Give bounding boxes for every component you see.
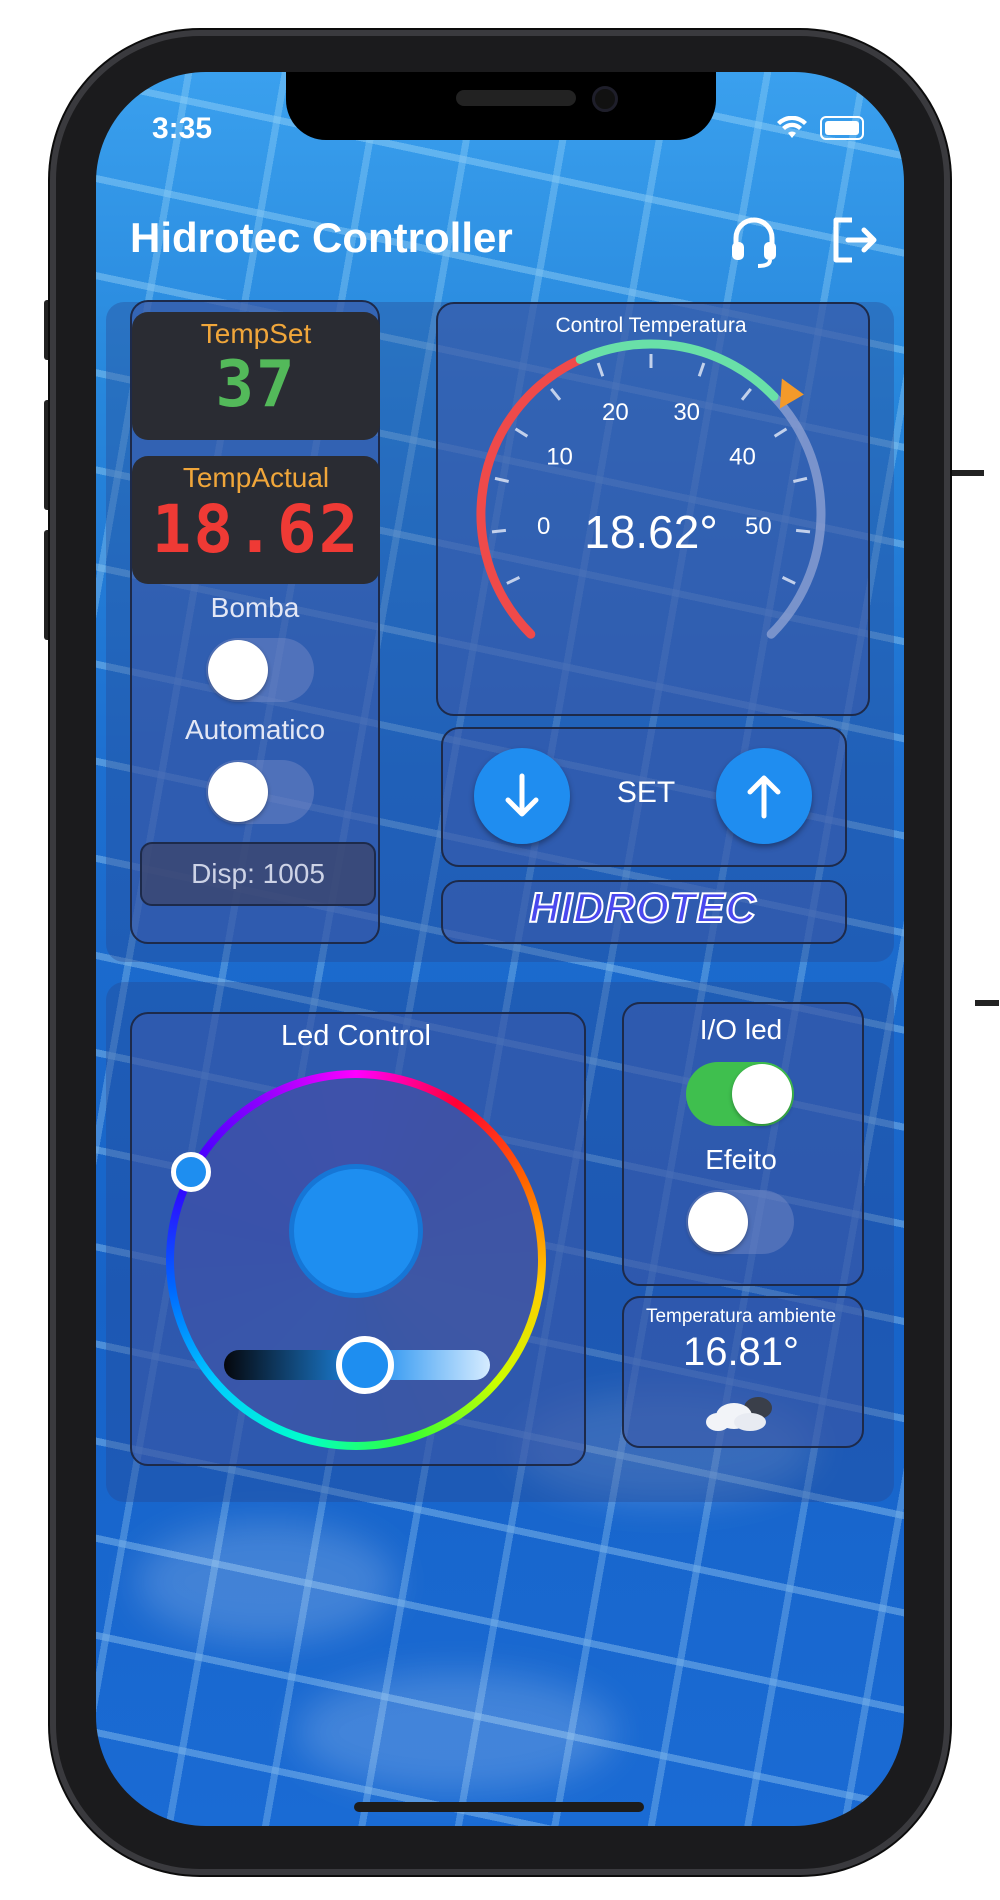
gauge-tick-label: 20 [602,399,629,426]
gauge-tick [793,476,808,483]
gauge-ok-arc [575,339,779,402]
notch [286,72,716,140]
gauge-tick [781,575,796,585]
toggle-knob [208,762,268,822]
efeito-label: Efeito [705,1144,777,1175]
temp-down-button[interactable] [474,748,570,844]
gauge-tick-label: 40 [729,444,756,471]
setpoint-marker [779,378,804,409]
gauge-tick [773,427,788,438]
io-led-label: I/O led [699,1014,783,1045]
set-label: SET [616,776,676,809]
ambient-temp-value: 16.81° [682,1330,800,1374]
arrow-down-icon [505,773,539,817]
water-caustic [136,1522,396,1642]
io-led-toggle[interactable] [686,1062,794,1126]
headset-icon[interactable] [726,212,782,268]
device-id-badge: Disp: 1005 [140,842,376,906]
toggle-knob [208,640,268,700]
temp-up-button[interactable] [716,748,812,844]
efeito-toggle[interactable] [686,1190,794,1254]
logout-icon[interactable] [826,212,882,268]
gauge-tick [494,476,509,483]
temp-set-display: TempSet 37 [132,312,380,440]
status-icons [776,116,864,140]
side-mark [975,1000,999,1006]
brightness-slider-handle[interactable] [336,1336,394,1394]
toggle-knob [688,1192,748,1252]
gauge-cold-arc [476,354,585,639]
arrow-up-icon [747,775,781,819]
hue-picker-handle[interactable] [171,1152,211,1192]
status-time: 3:35 [152,112,213,145]
gauge-tick [550,387,562,401]
temp-set-value: 37 [215,348,297,422]
gauge-tick [596,362,605,377]
ambient-temp-label: Temperatura ambiente [645,1306,837,1327]
app-title: Hidrotec Controller [130,214,513,261]
gauge-value: 18.62° [584,506,718,558]
led-control-title: Led Control [281,1020,431,1052]
temp-set-label: TempSet [200,318,312,349]
gauge-tick [740,387,752,401]
brand-logo: HIDROTEC [528,883,757,932]
selected-color-preview [289,1164,423,1298]
home-indicator [354,1802,644,1812]
front-camera [592,86,618,112]
cloudy-icon [706,1397,772,1431]
automatico-label: Automatico [184,714,326,745]
power-button [950,470,984,476]
automatico-toggle[interactable] [206,760,314,824]
battery-icon [820,116,864,140]
temp-actual-display: TempActual 18.62 [132,456,380,584]
gauge-tick [491,528,507,534]
app-screen: 3:35 Hidrotec Controller TempSet 37 Temp… [96,72,904,1826]
gauge-tick [506,575,521,585]
speaker-grille [456,90,576,106]
gauge-tick [514,427,529,438]
gauge-tick-label: 10 [546,444,573,471]
bomba-label: Bomba [210,592,300,623]
gauge-tick-label: 30 [673,399,700,426]
bomba-toggle[interactable] [206,638,314,702]
temp-actual-value: 18.62 [151,491,361,568]
toggle-knob [732,1064,792,1124]
water-caustic [296,1672,616,1792]
gauge-tick [697,362,706,377]
gauge-tick [795,528,811,534]
temp-actual-label: TempActual [182,462,330,493]
wifi-icon [777,116,807,138]
